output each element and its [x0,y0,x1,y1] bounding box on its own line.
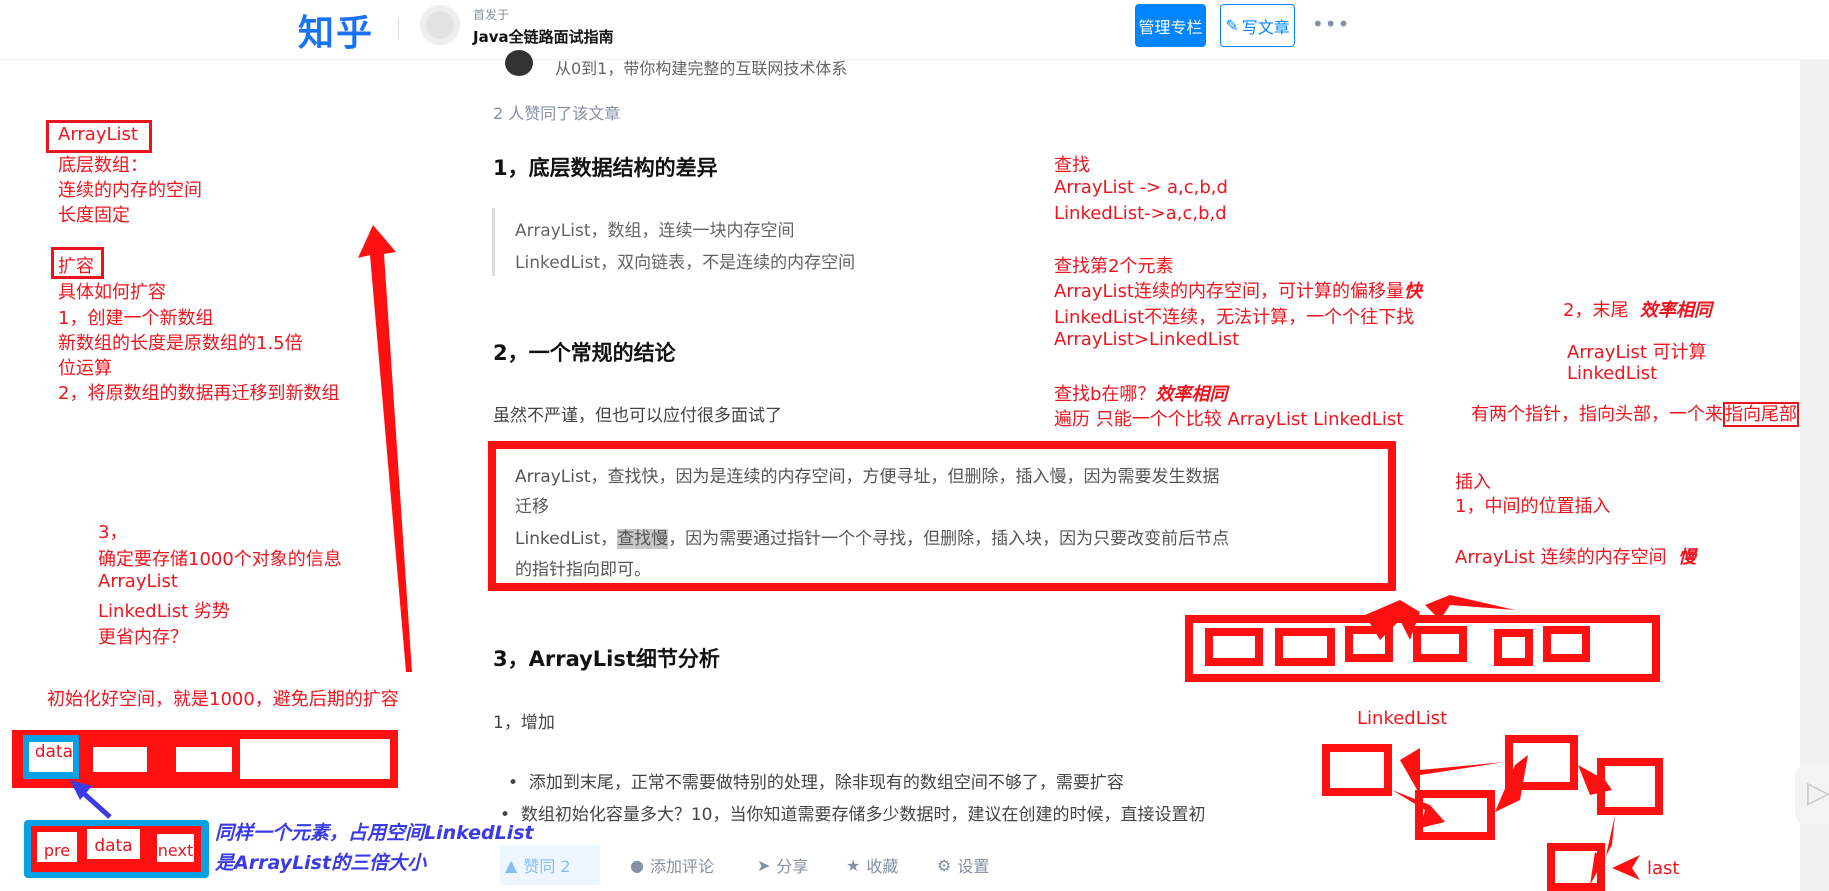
annotation-arrows [70,225,1640,885]
arrow-up-icon [358,225,412,672]
arrow-icon [1425,595,1515,620]
arrow-icon [1578,765,1612,795]
arrow-icon [1612,855,1640,880]
arrow-icon [1495,755,1528,812]
arrow-icon [1590,815,1615,885]
arrow-icon [1392,790,1445,828]
arrow-icon [1365,600,1420,640]
arrow-icon [1400,748,1505,795]
